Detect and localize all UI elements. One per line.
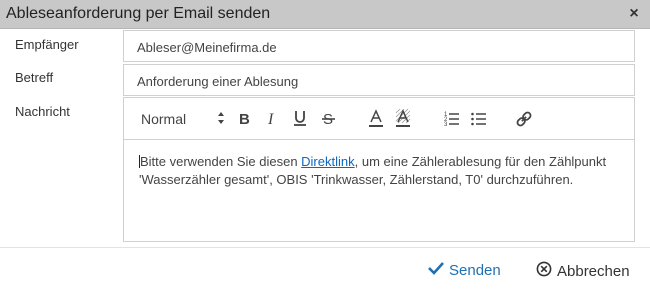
- underline-icon[interactable]: [293, 109, 307, 129]
- cancel-label: Abbrechen: [557, 262, 630, 280]
- italic-icon[interactable]: I: [266, 109, 278, 129]
- editor-content[interactable]: Bitte verwenden Sie diesen Direktlink, u…: [124, 140, 634, 189]
- message-line-2: 'Wasserzähler gesamt', OBIS 'Trinkwasser…: [139, 172, 574, 187]
- svg-text:3: 3: [444, 122, 448, 128]
- message-label: Nachricht: [15, 104, 70, 119]
- font-size-select[interactable]: Normal: [141, 111, 186, 127]
- close-icon[interactable]: ×: [627, 6, 641, 22]
- cancel-circle-icon: [536, 261, 552, 281]
- checkmark-icon: [428, 261, 444, 279]
- direct-link[interactable]: Direktlink: [301, 154, 354, 169]
- dialog-titlebar: Ableseanforderung per Email senden ×: [0, 0, 650, 29]
- footer-divider: [0, 247, 650, 248]
- strikethrough-icon[interactable]: S: [322, 109, 336, 129]
- text-color-icon[interactable]: [368, 109, 384, 129]
- ordered-list-icon[interactable]: 1 2 3: [444, 109, 460, 129]
- editor-toolbar: Normal B I S 1 2: [124, 98, 634, 140]
- send-button[interactable]: Senden: [428, 261, 501, 279]
- message-line-1: Bitte verwenden Sie diesen Direktlink, u…: [139, 153, 619, 171]
- dialog-title: Ableseanforderung per Email senden: [6, 5, 271, 22]
- bold-icon[interactable]: B: [238, 109, 252, 129]
- font-size-arrows-icon[interactable]: [217, 110, 225, 131]
- message-text-after-link: , um eine Zählerablesung für den Zählpun…: [354, 154, 607, 169]
- cancel-button[interactable]: Abbrechen: [536, 261, 630, 281]
- send-label: Senden: [449, 261, 501, 279]
- message-text-before-link: Bitte verwenden Sie diesen: [140, 154, 302, 169]
- subject-field[interactable]: Anforderung einer Ablesung: [123, 64, 635, 96]
- bullet-list-icon[interactable]: [471, 109, 487, 129]
- link-icon[interactable]: [516, 109, 532, 129]
- message-editor[interactable]: Normal B I S 1 2: [123, 97, 635, 242]
- recipient-field[interactable]: Ableser@Meinefirma.de: [123, 30, 635, 62]
- svg-text:I: I: [267, 111, 274, 128]
- background-color-icon[interactable]: [395, 109, 411, 129]
- subject-label: Betreff: [15, 70, 54, 85]
- svg-text:B: B: [239, 111, 250, 128]
- recipient-label: Empfänger: [15, 37, 79, 52]
